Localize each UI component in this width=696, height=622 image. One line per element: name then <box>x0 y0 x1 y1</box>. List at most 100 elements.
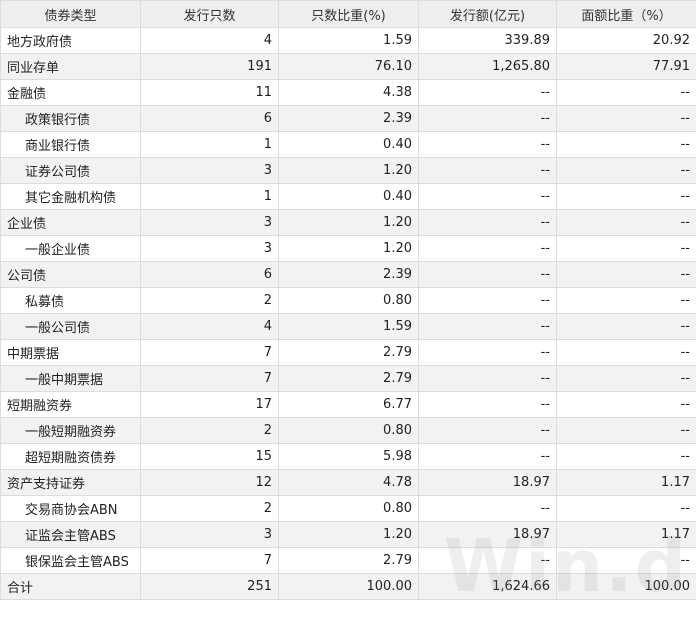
issue-amount-cell: -- <box>418 287 557 314</box>
issue-count-cell: 6 <box>140 105 279 132</box>
issue-count-cell: 4 <box>140 313 279 340</box>
bond-type-cell: 银保监会主管ABS <box>0 547 141 574</box>
issue-count-cell: 7 <box>140 547 279 574</box>
issue-count-cell: 15 <box>140 443 279 470</box>
issue-amount-cell: 1,265.80 <box>418 53 557 80</box>
issue-amount-cell: -- <box>418 365 557 392</box>
bond-type-cell: 私募债 <box>0 287 141 314</box>
count-ratio-cell: 2.79 <box>278 365 419 392</box>
issue-amount-cell: 339.89 <box>418 27 557 54</box>
table-row: 资产支持证券 12 4.78 18.97 1.17 <box>0 469 696 496</box>
table-row: 公司债 6 2.39 -- -- <box>0 261 696 288</box>
table-row: 一般公司债 4 1.59 -- -- <box>0 313 696 340</box>
count-ratio-cell: 1.59 <box>278 27 419 54</box>
count-ratio-cell: 76.10 <box>278 53 419 80</box>
bond-type-cell: 超短期融资债券 <box>0 443 141 470</box>
header-row: 债券类型 发行只数 只数比重(%) 发行额(亿元) 面额比重（%） <box>0 0 696 28</box>
issue-count-cell: 2 <box>140 495 279 522</box>
header-amount-ratio: 面额比重（%） <box>556 0 696 28</box>
issue-amount-cell: 18.97 <box>418 469 557 496</box>
bond-type-cell: 一般短期融资券 <box>0 417 141 444</box>
amount-ratio-cell: -- <box>556 339 696 366</box>
header-issue-amount: 发行额(亿元) <box>418 0 557 28</box>
bond-type-cell: 政策银行债 <box>0 105 141 132</box>
count-ratio-cell: 0.40 <box>278 183 419 210</box>
table-row: 合计 251 100.00 1,624.66 100.00 <box>0 573 696 600</box>
issue-amount-cell: -- <box>418 547 557 574</box>
count-ratio-cell: 4.38 <box>278 79 419 106</box>
issue-count-cell: 251 <box>140 573 279 600</box>
bond-type-cell: 证监会主管ABS <box>0 521 141 548</box>
issue-count-cell: 3 <box>140 157 279 184</box>
issue-count-cell: 3 <box>140 209 279 236</box>
count-ratio-cell: 1.20 <box>278 235 419 262</box>
issue-count-cell: 191 <box>140 53 279 80</box>
issue-count-cell: 1 <box>140 183 279 210</box>
issue-count-cell: 3 <box>140 235 279 262</box>
bond-type-cell: 证券公司债 <box>0 157 141 184</box>
table-row: 同业存单 191 76.10 1,265.80 77.91 <box>0 53 696 80</box>
issue-amount-cell: -- <box>418 209 557 236</box>
table-row: 证券公司债 3 1.20 -- -- <box>0 157 696 184</box>
issue-count-cell: 11 <box>140 79 279 106</box>
issue-amount-cell: -- <box>418 391 557 418</box>
bond-type-cell: 地方政府债 <box>0 27 141 54</box>
bond-type-cell: 短期融资券 <box>0 391 141 418</box>
amount-ratio-cell: -- <box>556 313 696 340</box>
issue-count-cell: 1 <box>140 131 279 158</box>
amount-ratio-cell: -- <box>556 183 696 210</box>
bond-type-cell: 合计 <box>0 573 141 600</box>
issue-count-cell: 12 <box>140 469 279 496</box>
amount-ratio-cell: -- <box>556 287 696 314</box>
amount-ratio-cell: -- <box>556 131 696 158</box>
table-body: 地方政府债 4 1.59 339.89 20.92 同业存单 191 76.10 1,265.8… <box>0 27 696 600</box>
header-issue-count: 发行只数 <box>140 0 279 28</box>
amount-ratio-cell: -- <box>556 105 696 132</box>
amount-ratio-cell: -- <box>556 261 696 288</box>
issue-amount-cell: -- <box>418 495 557 522</box>
table-row: 证监会主管ABS 3 1.20 18.97 1.17 <box>0 521 696 548</box>
count-ratio-cell: 5.98 <box>278 443 419 470</box>
amount-ratio-cell: -- <box>556 157 696 184</box>
amount-ratio-cell: -- <box>556 547 696 574</box>
bond-type-cell: 企业债 <box>0 209 141 236</box>
issue-count-cell: 4 <box>140 27 279 54</box>
amount-ratio-cell: -- <box>556 235 696 262</box>
table-row: 商业银行债 1 0.40 -- -- <box>0 131 696 158</box>
table-row: 银保监会主管ABS 7 2.79 -- -- <box>0 547 696 574</box>
bond-type-cell: 一般中期票据 <box>0 365 141 392</box>
amount-ratio-cell: -- <box>556 391 696 418</box>
count-ratio-cell: 0.40 <box>278 131 419 158</box>
table-row: 交易商协会ABN 2 0.80 -- -- <box>0 495 696 522</box>
issue-amount-cell: -- <box>418 183 557 210</box>
issue-count-cell: 7 <box>140 339 279 366</box>
amount-ratio-cell: -- <box>556 365 696 392</box>
table-row: 超短期融资债券 15 5.98 -- -- <box>0 443 696 470</box>
bond-type-cell: 同业存单 <box>0 53 141 80</box>
header-count-ratio: 只数比重(%) <box>278 0 419 28</box>
table-row: 一般短期融资券 2 0.80 -- -- <box>0 417 696 444</box>
count-ratio-cell: 2.39 <box>278 261 419 288</box>
count-ratio-cell: 2.79 <box>278 547 419 574</box>
amount-ratio-cell: -- <box>556 417 696 444</box>
bond-type-cell: 交易商协会ABN <box>0 495 141 522</box>
amount-ratio-cell: -- <box>556 495 696 522</box>
amount-ratio-cell: 1.17 <box>556 469 696 496</box>
count-ratio-cell: 2.79 <box>278 339 419 366</box>
issue-amount-cell: -- <box>418 417 557 444</box>
table-row: 一般企业债 3 1.20 -- -- <box>0 235 696 262</box>
issue-amount-cell: -- <box>418 131 557 158</box>
table-row: 短期融资券 17 6.77 -- -- <box>0 391 696 418</box>
count-ratio-cell: 6.77 <box>278 391 419 418</box>
issue-amount-cell: -- <box>418 157 557 184</box>
count-ratio-cell: 4.78 <box>278 469 419 496</box>
bond-issuance-table: 债券类型 发行只数 只数比重(%) 发行额(亿元) 面额比重（%） 地方政府债 4… <box>0 0 696 600</box>
table-row: 企业债 3 1.20 -- -- <box>0 209 696 236</box>
table-row: 一般中期票据 7 2.79 -- -- <box>0 365 696 392</box>
table-row: 政策银行债 6 2.39 -- -- <box>0 105 696 132</box>
amount-ratio-cell: 1.17 <box>556 521 696 548</box>
amount-ratio-cell: 100.00 <box>556 573 696 600</box>
issue-amount-cell: 1,624.66 <box>418 573 557 600</box>
bond-type-cell: 其它金融机构债 <box>0 183 141 210</box>
bond-type-cell: 公司债 <box>0 261 141 288</box>
